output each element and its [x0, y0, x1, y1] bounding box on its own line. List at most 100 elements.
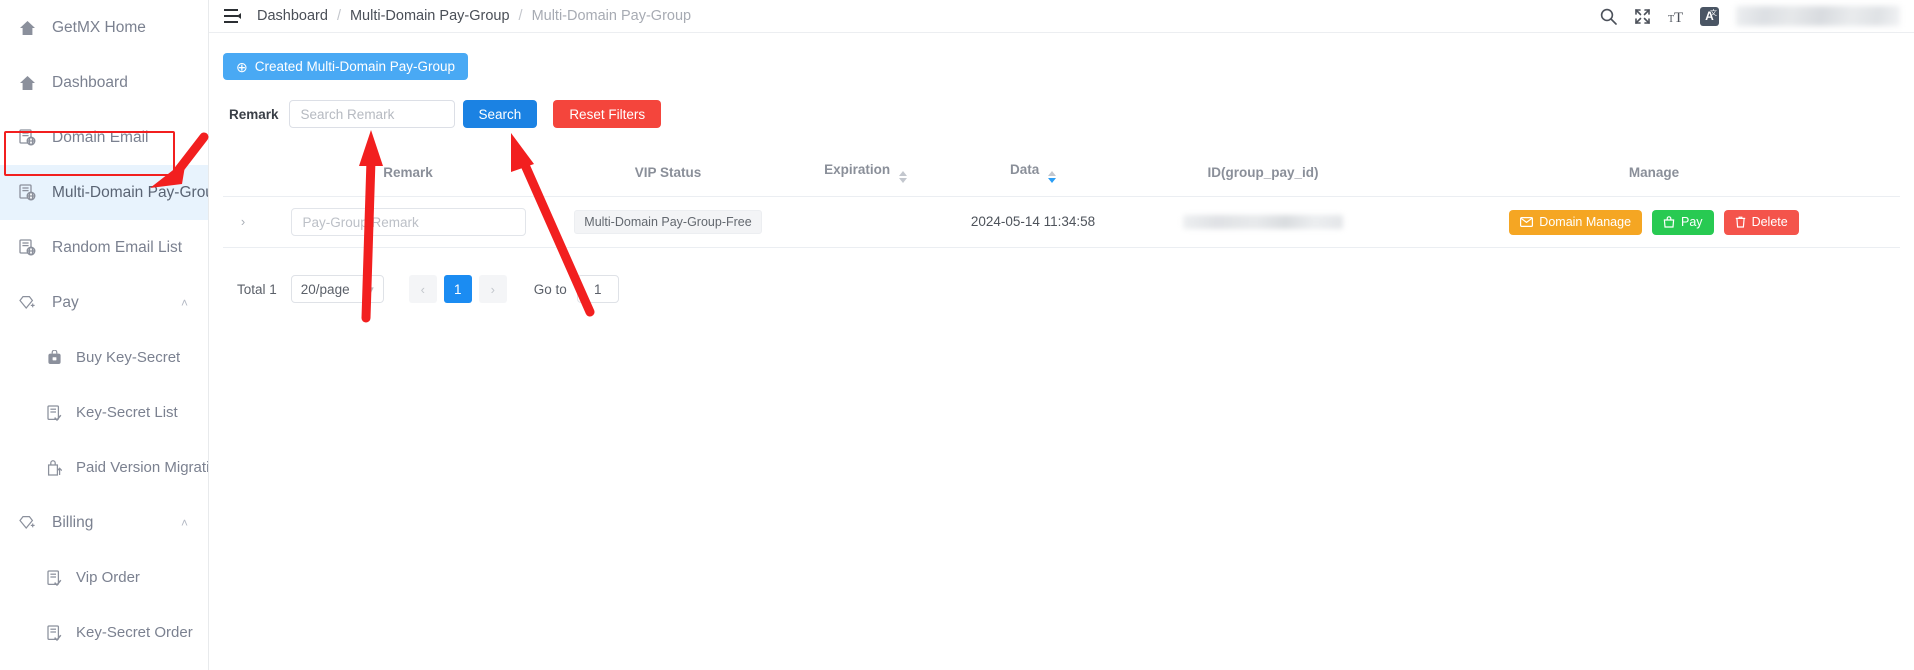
breadcrumb-item-current: Multi-Domain Pay-Group [531, 8, 692, 24]
row-expiration-cell [783, 196, 948, 248]
chevron-up-icon[interactable]: ˄ [181, 516, 188, 530]
pagination: Total 1 20/page ▾ ‹ 1 › Go to [223, 275, 1900, 303]
chevron-up-icon[interactable]: ˄ [181, 296, 188, 310]
domain-manage-button[interactable]: Domain Manage [1509, 209, 1643, 235]
envelope-icon [1520, 217, 1534, 227]
breadcrumb-item-dashboard[interactable]: Dashboard [257, 8, 328, 24]
sidebar-item-label: Paid Version Migration [76, 459, 208, 476]
th-data[interactable]: Data [948, 152, 1118, 197]
th-expander [223, 152, 263, 197]
paygroup-table: Remark VIP Status Expiration Data ID(gro… [223, 152, 1900, 248]
chevron-down-icon: ▾ [368, 283, 374, 296]
search-button[interactable]: Search [462, 100, 538, 128]
sidebar-item-label: Billing [52, 513, 94, 531]
sidebar-item-vip-order[interactable]: Vip Order [0, 550, 208, 605]
sidebar-item-label: Multi-Domain Pay-Group [52, 183, 208, 201]
row-manage-cell: Domain Manage Pay Delete [1408, 196, 1900, 248]
bag-icon [1663, 216, 1675, 228]
goto-page-input[interactable] [576, 275, 619, 303]
create-paygroup-button[interactable]: ⊕ Created Multi-Domain Pay-Group [223, 53, 469, 80]
sidebar-item-pay[interactable]: Pay ˄ [0, 275, 208, 330]
sidebar-item-multi-domain-pay-group[interactable]: Multi-Domain Pay-Group [0, 165, 208, 220]
page-number-1[interactable]: 1 [443, 275, 472, 303]
page-content: ⊕ Created Multi-Domain Pay-Group Remark … [209, 33, 1914, 670]
breadcrumb-separator: / [518, 8, 523, 24]
topbar-actions: T T A 文 [1598, 6, 1900, 27]
sidebar-nav: GetMX Home Dashboard Domain Email Multi-Dom… [0, 0, 208, 670]
remark-filter-label: Remark [229, 106, 279, 122]
table-row: › Multi-Domain Pay-Group-Free 2024-05-14… [223, 196, 1900, 248]
th-remark: Remark [263, 152, 553, 197]
th-expiration-label: Expiration [824, 162, 891, 177]
list-doc-icon [44, 402, 64, 424]
app-root: GetMX Home Dashboard Domain Email Multi-Dom… [0, 0, 1914, 670]
group-pay-id-blurred [1183, 214, 1343, 229]
row-remark-cell [263, 196, 553, 248]
user-profile-blurred[interactable] [1736, 6, 1900, 26]
sidebar-item-label: Key-Secret Order [76, 624, 193, 641]
sidebar-item-label: Key-Secret List [76, 404, 178, 421]
row-group-pay-id-cell [1118, 196, 1408, 248]
breadcrumb-separator: / [336, 8, 341, 24]
pay-label: Pay [1681, 215, 1703, 229]
reset-filters-button[interactable]: Reset Filters [553, 100, 662, 128]
sort-expiration-icon[interactable] [898, 171, 907, 183]
domain-mail-icon [16, 237, 38, 259]
svg-text:T: T [1674, 10, 1683, 25]
search-icon[interactable] [1598, 6, 1619, 27]
pagination-total: Total 1 [237, 281, 277, 297]
sidebar: GetMX Home Dashboard Domain Email Multi-Dom… [0, 0, 209, 670]
sidebar-item-referral-program[interactable]: Referral Program˄ [0, 660, 208, 670]
next-page-button[interactable]: › [478, 275, 507, 303]
domain-manage-label: Domain Manage [1539, 215, 1632, 229]
th-data-label: Data [1009, 162, 1040, 177]
sidebar-item-random-email-list[interactable]: Random Email List [0, 220, 208, 275]
hamburger-collapse-icon[interactable] [221, 5, 243, 27]
sidebar-item-paid-version-migration[interactable]: Paid Version Migration [0, 440, 208, 495]
page-size-select[interactable]: 20/page ▾ [290, 275, 384, 303]
row-expander-cell: › [223, 196, 263, 248]
sort-data-icon[interactable] [1048, 171, 1057, 183]
vip-status-badge: Multi-Domain Pay-Group-Free [574, 210, 762, 234]
th-expiration[interactable]: Expiration [783, 152, 948, 197]
font-size-icon[interactable]: T T [1666, 6, 1687, 27]
upload-bag-icon [44, 457, 64, 479]
th-vip-status: VIP Status [553, 152, 783, 197]
row-remark-input[interactable] [290, 208, 526, 236]
home-icon [16, 72, 38, 94]
list-doc-icon [44, 567, 64, 589]
expand-row-icon[interactable]: › [241, 214, 245, 229]
sidebar-item-key-secret-order[interactable]: Key-Secret Order [0, 605, 208, 660]
sidebar-item-label: Vip Order [76, 569, 140, 586]
breadcrumb-item-paygroup[interactable]: Multi-Domain Pay-Group [350, 8, 510, 24]
sidebar-item-dashboard[interactable]: Dashboard [0, 55, 208, 110]
pay-button[interactable]: Pay [1652, 209, 1714, 235]
sidebar-item-buy-key-secret[interactable]: Buy Key-Secret [0, 330, 208, 385]
sidebar-item-domain-email[interactable]: Domain Email [0, 110, 208, 165]
domain-mail-icon [16, 127, 38, 149]
chevron-left-icon: ‹ [420, 281, 425, 297]
goto-label: Go to [533, 281, 567, 297]
delete-label: Delete [1751, 215, 1788, 229]
sidebar-item-label: Buy Key-Secret [76, 349, 181, 366]
th-group-pay-id: ID(group_pay_id) [1118, 152, 1408, 197]
bag-icon [44, 347, 64, 369]
sidebar-item-getmx-home[interactable]: GetMX Home [0, 0, 208, 55]
domain-mail-icon [16, 182, 38, 204]
delete-button[interactable]: Delete [1723, 209, 1799, 235]
list-doc-icon [44, 622, 64, 644]
search-remark-input[interactable] [288, 100, 455, 128]
th-manage: Manage [1408, 152, 1900, 197]
diamond-icon [16, 292, 38, 314]
sidebar-item-key-secret-list[interactable]: Key-Secret List [0, 385, 208, 440]
breadcrumb: Dashboard / Multi-Domain Pay-Group / Mul… [257, 8, 691, 24]
translate-icon[interactable]: A 文 [1700, 6, 1719, 26]
row-data-value: 2024-05-14 11:34:58 [970, 214, 1096, 229]
table-header-row: Remark VIP Status Expiration Data ID(gro… [223, 152, 1900, 197]
sidebar-item-billing[interactable]: Billing ˄ [0, 495, 208, 550]
home-icon [16, 17, 38, 39]
top-bar: Dashboard / Multi-Domain Pay-Group / Mul… [209, 0, 1914, 33]
fullscreen-icon[interactable] [1632, 6, 1653, 27]
main-area: Dashboard / Multi-Domain Pay-Group / Mul… [209, 0, 1914, 670]
prev-page-button[interactable]: ‹ [408, 275, 437, 303]
